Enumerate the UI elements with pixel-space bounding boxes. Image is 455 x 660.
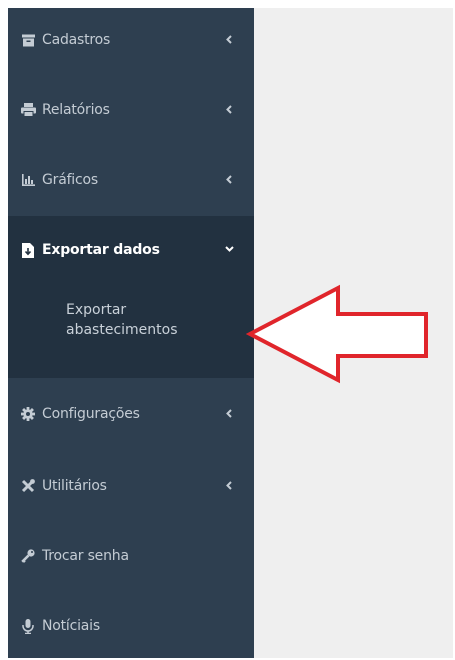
- sidebar: Cadastros Relatórios Gráficos Exportar d…: [8, 8, 254, 658]
- chevron-down-icon: [224, 242, 234, 256]
- sidebar-item-cadastros[interactable]: Cadastros: [8, 18, 254, 62]
- gear-icon: [20, 406, 36, 422]
- sidebar-item-label: Exportar dados: [42, 242, 160, 258]
- chevron-left-icon: [224, 102, 234, 116]
- sidebar-item-relatorios[interactable]: Relatórios: [8, 88, 254, 132]
- sidebar-item-label: Configurações: [42, 406, 140, 422]
- chevron-left-icon: [224, 32, 234, 46]
- annotation-arrow-icon: [246, 284, 428, 384]
- submenu-label-line1: Exportar: [66, 302, 127, 318]
- printer-icon: [20, 102, 36, 118]
- sidebar-item-configuracoes[interactable]: Configurações: [8, 392, 254, 436]
- sidebar-item-label: Notíciais: [42, 618, 100, 634]
- sidebar-item-exportar-dados[interactable]: Exportar dados: [8, 228, 254, 272]
- sidebar-item-label: Utilitários: [42, 478, 107, 494]
- submenu-item-exportar-abastecimentos[interactable]: Exportar abastecimentos: [66, 300, 236, 340]
- chevron-left-icon: [224, 478, 234, 492]
- sidebar-item-label: Gráficos: [42, 172, 98, 188]
- app-frame: Cadastros Relatórios Gráficos Exportar d…: [8, 8, 453, 658]
- file-export-icon: [20, 242, 36, 258]
- sidebar-item-label: Relatórios: [42, 102, 110, 118]
- archive-icon: [20, 32, 36, 48]
- sidebar-item-label: Cadastros: [42, 32, 111, 48]
- tools-icon: [20, 478, 36, 494]
- sidebar-item-noticiais[interactable]: Notíciais: [8, 604, 254, 648]
- microphone-icon: [20, 618, 36, 634]
- chevron-left-icon: [224, 406, 234, 420]
- key-icon: [20, 548, 36, 564]
- sidebar-item-label: Trocar senha: [42, 548, 129, 564]
- bar-chart-icon: [20, 172, 36, 188]
- chevron-left-icon: [224, 172, 234, 186]
- submenu-label-line2: abastecimentos: [66, 322, 178, 338]
- sidebar-item-trocar-senha[interactable]: Trocar senha: [8, 534, 254, 578]
- sidebar-item-graficos[interactable]: Gráficos: [8, 158, 254, 202]
- sidebar-item-utilitarios[interactable]: Utilitários: [8, 464, 254, 508]
